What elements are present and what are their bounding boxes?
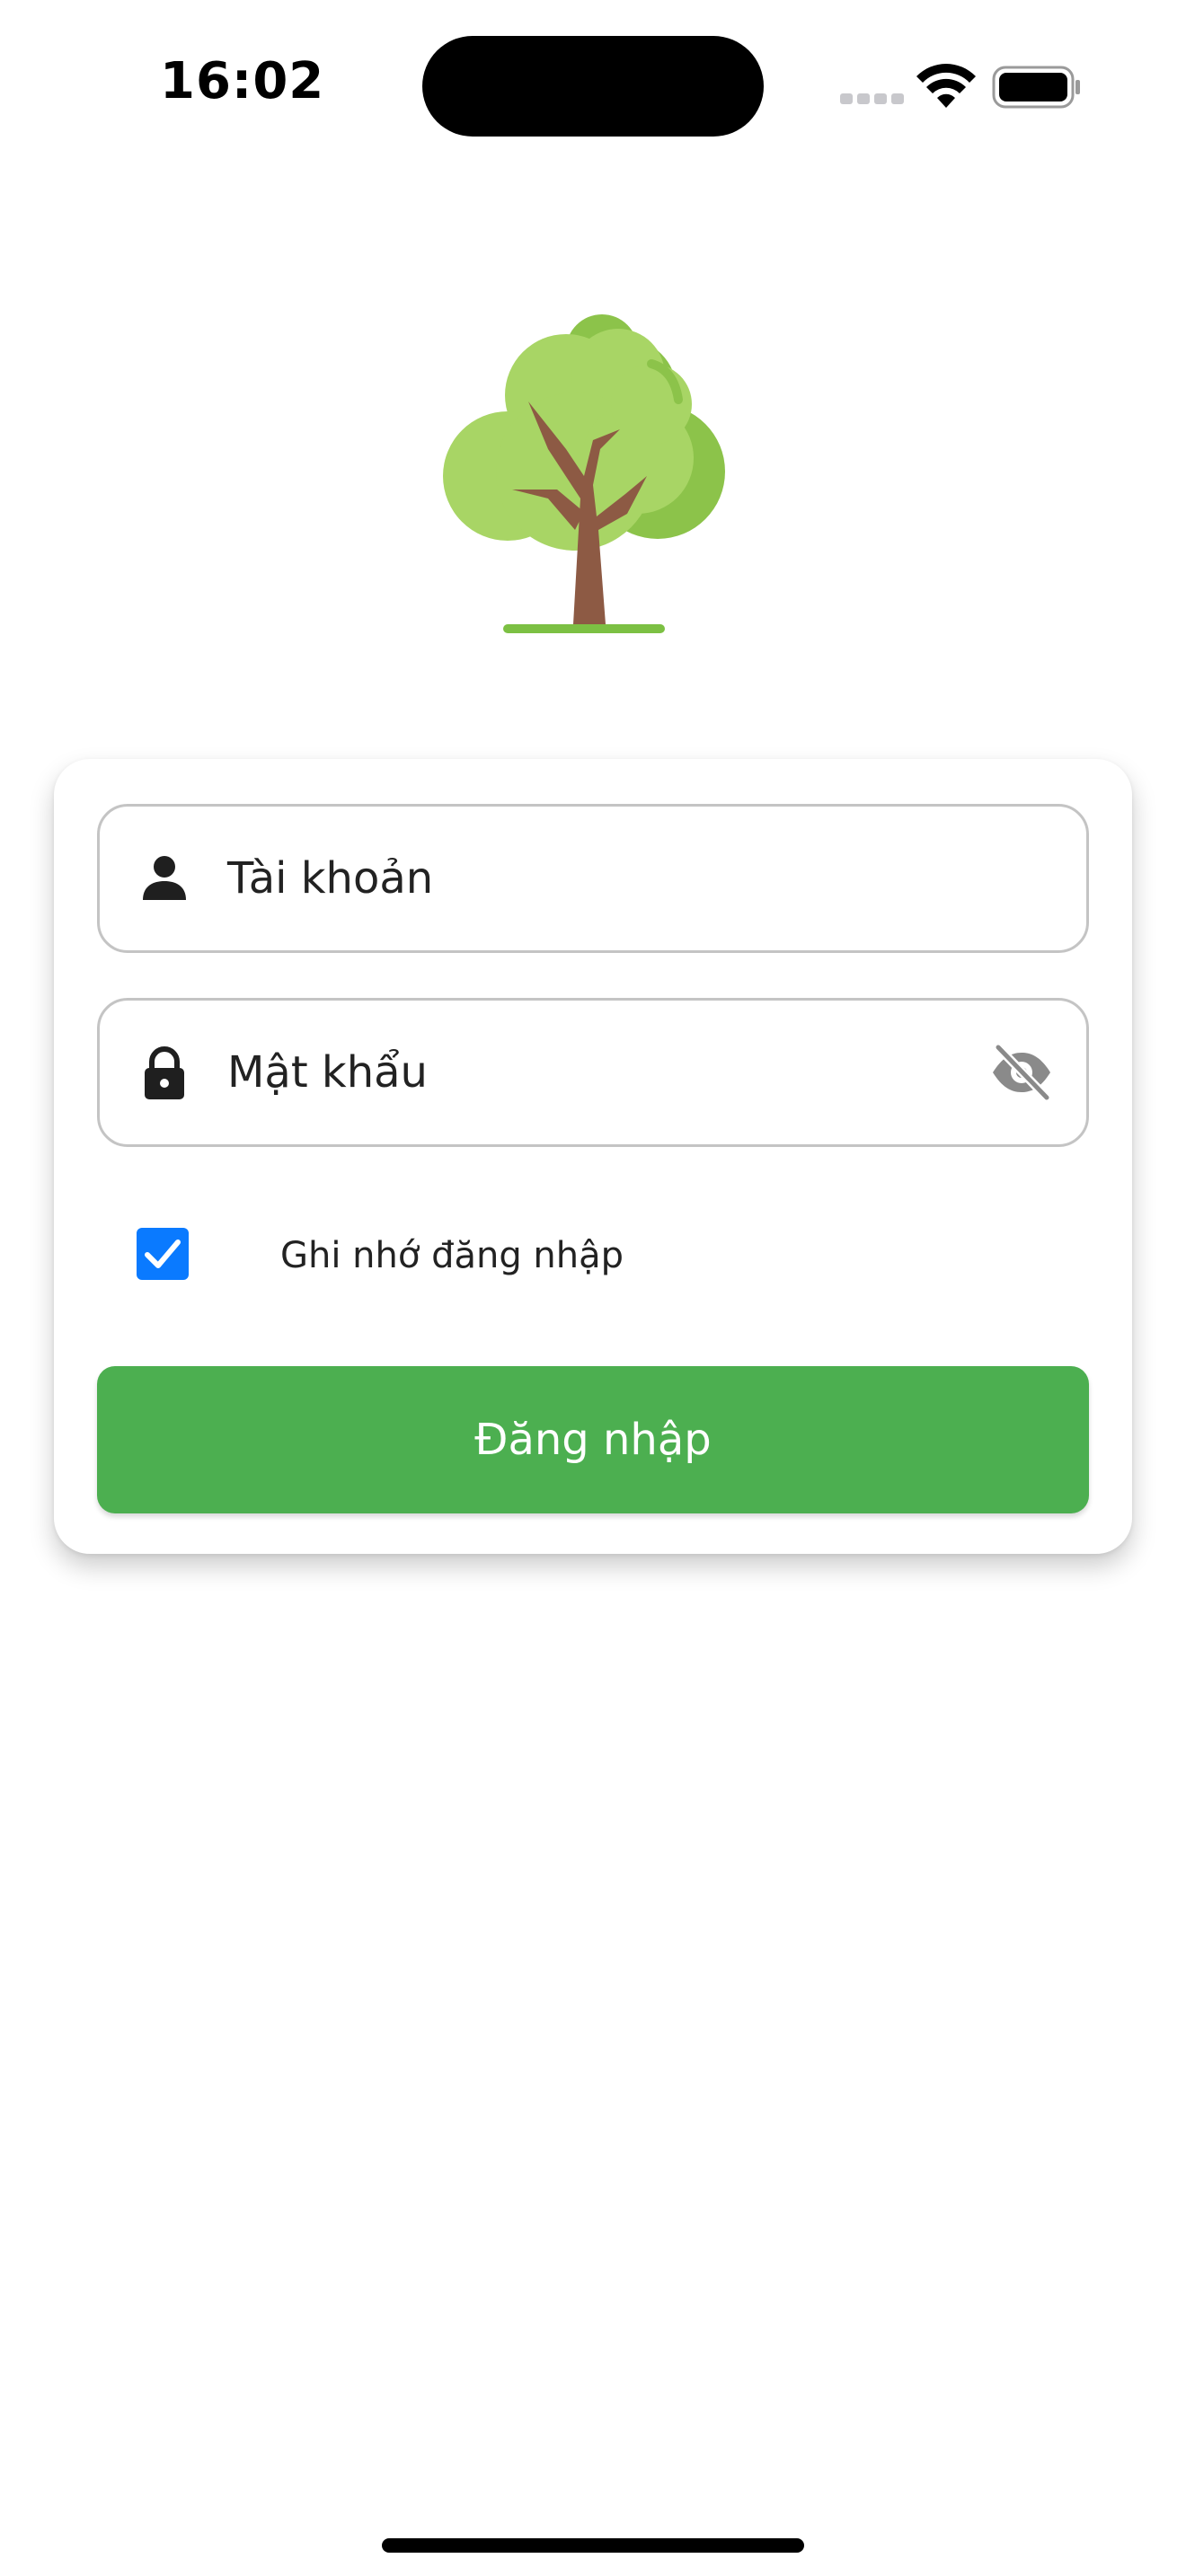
- wifi-icon: [916, 64, 976, 108]
- password-field[interactable]: Mật khẩu: [97, 998, 1089, 1147]
- password-input[interactable]: Mật khẩu: [227, 1047, 428, 1098]
- status-bar: 16:02: [0, 0, 1186, 171]
- login-card: Tài khoản Mật khẩu Ghi nhớ đăng nhập Đăn…: [54, 759, 1132, 1554]
- user-icon: [143, 856, 186, 900]
- lock-icon: [145, 1046, 184, 1099]
- login-button[interactable]: Đăng nhập: [97, 1366, 1089, 1513]
- battery-icon: [992, 66, 1080, 109]
- dynamic-island: [422, 36, 764, 137]
- checkmark-icon: [145, 1239, 181, 1268]
- username-field[interactable]: Tài khoản: [97, 804, 1089, 953]
- cellular-signal-icon: [840, 93, 904, 106]
- remember-me-checkbox[interactable]: [137, 1228, 189, 1280]
- status-time: 16:02: [160, 52, 325, 110]
- home-indicator: [382, 2538, 804, 2553]
- remember-me-label: Ghi nhớ đăng nhập: [280, 1235, 624, 1276]
- username-input[interactable]: Tài khoản: [227, 853, 433, 904]
- tree-icon: [443, 314, 725, 633]
- eye-off-icon[interactable]: [989, 1040, 1054, 1105]
